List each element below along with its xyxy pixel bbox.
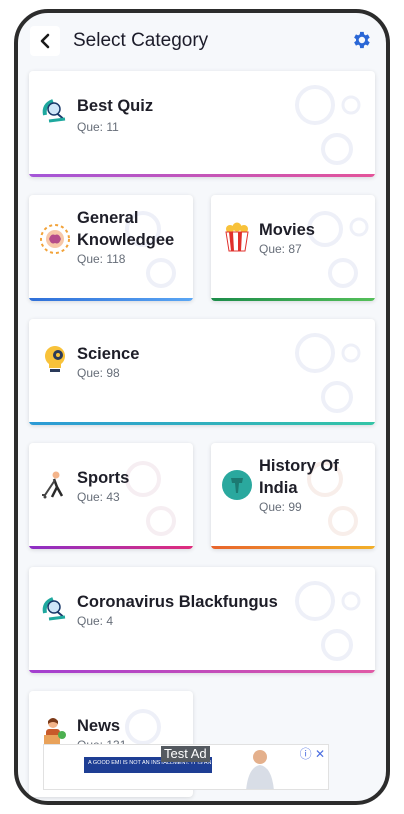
category-card-history-of-india[interactable]: History Of India Que: 99 [211,443,375,549]
accent-bar [29,546,193,549]
category-card-best-quiz[interactable]: Best Quiz Que: 11 [29,71,375,177]
category-card-science[interactable]: Science Que: 98 [29,319,375,425]
brain-icon [40,224,70,254]
gear-icon[interactable] [350,29,372,51]
chevron-left-icon [40,33,50,49]
category-name: History Of India [259,457,339,497]
accent-bar [29,422,375,425]
news-reporter-icon [44,718,66,745]
ad-label: Test Ad [161,746,210,762]
ad-person-image-icon [246,750,274,789]
category-card-coronavirus-blackfungus[interactable]: Coronavirus Blackfungus Que: 4 [29,567,375,673]
ad-banner[interactable]: A GOOD EMI IS NOT AN INSTALLMENT. IT IS … [43,744,329,790]
question-count: Que: 11 [77,120,119,134]
category-name: Coronavirus Blackfungus [77,593,278,611]
popcorn-icon [225,222,249,252]
category-card-movies[interactable]: Movies Que: 87 [211,195,375,301]
question-count: Que: 99 [259,500,302,514]
decorative-rings-icon [295,85,361,165]
question-count: Que: 43 [77,490,120,504]
quiz-icon [42,99,66,123]
category-card-sports[interactable]: Sports Que: 43 [29,443,193,549]
accent-bar [29,174,375,177]
quiz-icon [42,597,66,621]
question-count: Que: 118 [77,252,126,266]
category-name: Movies [259,221,315,239]
question-count: Que: 87 [259,242,302,256]
accent-bar [211,298,375,301]
lightbulb-gear-icon [44,346,65,372]
hockey-player-icon [42,471,64,499]
accent-bar [29,298,193,301]
question-count: Que: 4 [77,614,114,628]
category-name: General Knowledgee [77,209,175,249]
accent-bar [29,670,375,673]
category-name: Science [77,345,140,363]
category-name: News [77,717,121,735]
app-header: Select Category [18,13,386,71]
accent-bar [211,546,375,549]
category-name: Sports [77,469,130,487]
back-button[interactable] [30,26,60,56]
india-map-icon [222,470,252,500]
page-title: Select Category [73,30,209,51]
ad-close-button[interactable]: ⓘ ✕ [300,745,325,762]
category-name: Best Quiz [77,97,154,115]
decorative-rings-icon [295,333,361,413]
question-count: Que: 98 [77,366,120,380]
decorative-rings-icon [295,581,361,661]
phone-frame: Select Category Best Quiz Que: 11 Genera… [14,9,390,805]
category-card-general-knowledgee[interactable]: General Knowledgee Que: 118 [29,195,193,301]
